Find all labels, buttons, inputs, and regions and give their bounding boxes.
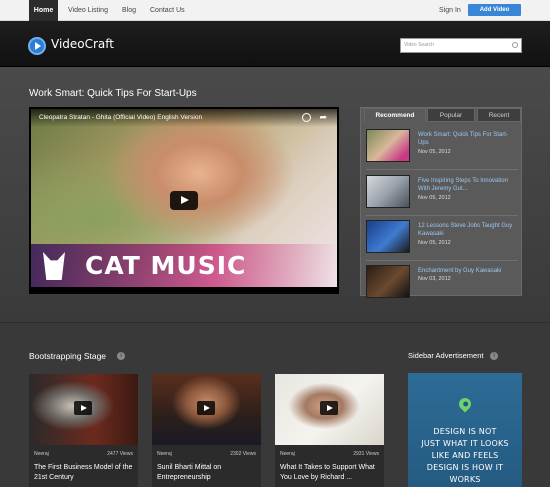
divider xyxy=(366,260,518,261)
info-icon[interactable]: i xyxy=(117,352,125,360)
video-date: Nov 05, 2012 xyxy=(418,240,451,246)
play-button[interactable] xyxy=(170,191,198,210)
nav-video-listing[interactable]: Video Listing xyxy=(68,0,108,21)
player-caption[interactable]: Cleopatra Stratan - Ghita (Official Vide… xyxy=(39,114,202,121)
card-views: 2302 Views xyxy=(230,451,256,457)
ad-line: DESIGN IS NOT xyxy=(433,427,497,436)
video-date: Nov 05, 2012 xyxy=(418,195,451,201)
tab-recommend[interactable]: Recommend xyxy=(364,108,426,122)
player-progress-bar[interactable] xyxy=(31,287,337,292)
brand-overlay-text: CAT MUSIC xyxy=(85,251,247,280)
play-logo-icon[interactable] xyxy=(28,37,46,55)
video-thumbnail[interactable] xyxy=(366,220,410,253)
video-card[interactable]: Neeraj 2931 Views What It Takes to Suppo… xyxy=(275,374,384,487)
search-icon[interactable] xyxy=(512,42,518,48)
play-button[interactable] xyxy=(197,401,215,415)
sidebar-advertisement[interactable]: DESIGN IS NOT JUST WHAT IT LOOKS LIKE AN… xyxy=(408,373,522,487)
video-card[interactable]: Neeraj 2302 Views Sunil Bharti Mittal on… xyxy=(152,374,261,487)
video-thumbnail[interactable] xyxy=(29,374,138,445)
nav-home[interactable]: Home xyxy=(29,0,58,21)
video-title[interactable]: Work Smart: Quick Tips For Start-Ups xyxy=(418,131,518,147)
play-button[interactable] xyxy=(320,401,338,415)
site-header: VideoCraft Video Search xyxy=(0,21,550,67)
video-title[interactable]: 12 Lessons Steve Jobs Taught Guy Kawasak… xyxy=(418,222,518,238)
card-title[interactable]: The First Business Model of the 21st Cen… xyxy=(34,463,134,483)
info-icon[interactable]: i xyxy=(490,352,498,360)
ad-line: WORKS xyxy=(449,475,481,484)
play-button[interactable] xyxy=(74,401,92,415)
add-video-button[interactable]: Add Video xyxy=(468,4,521,16)
card-views: 2477 Views xyxy=(107,451,133,457)
watch-later-icon[interactable] xyxy=(302,113,311,122)
top-nav: Home Video Listing Blog Contact Us Sign … xyxy=(0,0,550,21)
video-thumbnail[interactable] xyxy=(152,374,261,445)
sidebar-video-item[interactable]: Enchantment by Guy Kawasaki Nov 03, 2012 xyxy=(366,265,518,301)
video-card[interactable]: Neeraj 2477 Views The First Business Mod… xyxy=(29,374,138,487)
sidebar-video-item[interactable]: 12 Lessons Steve Jobs Taught Guy Kawasak… xyxy=(366,220,518,256)
ad-line: LIKE AND FEELS xyxy=(431,451,499,460)
search-placeholder: Video Search xyxy=(404,42,434,48)
ad-title: Sidebar Advertisement xyxy=(408,351,484,360)
divider xyxy=(366,215,518,216)
ad-text: DESIGN IS NOT JUST WHAT IT LOOKS LIKE AN… xyxy=(408,426,522,486)
nav-contact-us[interactable]: Contact Us xyxy=(150,0,185,21)
sidebar-video-item[interactable]: Five Inspiring Steps To Innovation With … xyxy=(366,175,518,211)
video-thumbnail[interactable] xyxy=(275,374,384,445)
video-date: Nov 03, 2012 xyxy=(418,276,451,282)
card-author[interactable]: Neeraj xyxy=(280,451,295,457)
video-thumbnail[interactable] xyxy=(366,129,410,162)
sign-in-link[interactable]: Sign In xyxy=(439,0,461,21)
video-date: Nov 05, 2012 xyxy=(418,149,451,155)
card-author[interactable]: Neeraj xyxy=(34,451,49,457)
video-title[interactable]: Five Inspiring Steps To Innovation With … xyxy=(418,177,518,193)
ad-line: JUST WHAT IT LOOKS xyxy=(421,439,509,448)
card-title[interactable]: What It Takes to Support What You Love b… xyxy=(280,463,380,483)
video-thumbnail[interactable] xyxy=(366,265,410,298)
video-tabs-panel: Recommend Popular Recent Work Smart: Qui… xyxy=(360,107,522,298)
location-pin-icon xyxy=(456,395,474,413)
card-author[interactable]: Neeraj xyxy=(157,451,172,457)
divider xyxy=(366,169,518,170)
video-thumbnail[interactable] xyxy=(366,175,410,208)
featured-title[interactable]: Work Smart: Quick Tips For Start-Ups xyxy=(29,88,197,99)
bottom-section: Bootstrapping Stage i Neeraj 2477 Views … xyxy=(0,322,550,487)
share-icon[interactable]: ➦ xyxy=(319,112,327,123)
sidebar-video-item[interactable]: Work Smart: Quick Tips For Start-Ups Nov… xyxy=(366,129,518,165)
video-player[interactable]: Cleopatra Stratan - Ghita (Official Vide… xyxy=(29,107,339,294)
card-views: 2931 Views xyxy=(353,451,379,457)
ad-line: DESIGN IS HOW IT xyxy=(426,463,504,472)
nav-blog[interactable]: Blog xyxy=(122,0,136,21)
video-title[interactable]: Enchantment by Guy Kawasaki xyxy=(418,267,518,275)
section-title: Bootstrapping Stage xyxy=(29,351,107,361)
featured-section: Work Smart: Quick Tips For Start-Ups Cle… xyxy=(0,67,550,322)
tab-popular[interactable]: Popular xyxy=(427,108,475,122)
site-logo[interactable]: VideoCraft xyxy=(51,37,114,51)
card-title[interactable]: Sunil Bharti Mittal on Entrepreneurship xyxy=(157,463,257,483)
search-input[interactable]: Video Search xyxy=(400,38,522,53)
tab-recent[interactable]: Recent xyxy=(477,108,521,122)
